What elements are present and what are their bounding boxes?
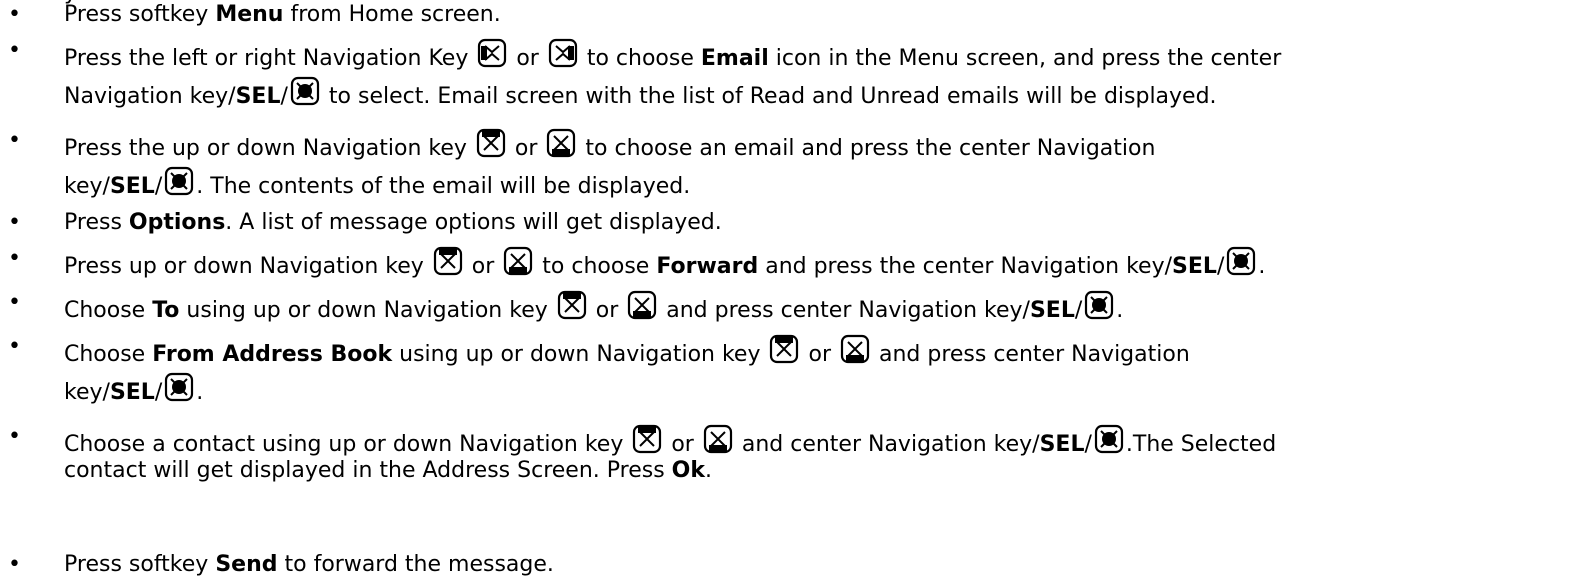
nav-center-key-icon xyxy=(1094,424,1124,454)
bullet: • xyxy=(8,552,21,577)
bullet: • xyxy=(8,334,21,359)
nav-down-key-icon xyxy=(840,334,870,364)
nav-center-key-icon xyxy=(164,372,194,402)
step-9-line: Press softkey Send to forward the messag… xyxy=(64,552,554,577)
nav-up-key-icon xyxy=(476,128,506,158)
bullet: • xyxy=(8,2,21,27)
nav-up-key-icon xyxy=(769,334,799,364)
nav-right-key-icon xyxy=(548,38,578,68)
bullet: • xyxy=(8,128,21,153)
nav-up-key-icon xyxy=(557,290,587,320)
step-3-line-1: Press the up or down Navigation key or t… xyxy=(64,128,1155,162)
nav-center-key-icon xyxy=(290,76,320,106)
nav-center-key-icon xyxy=(1084,290,1114,320)
nav-down-key-icon xyxy=(503,246,533,276)
nav-left-key-icon xyxy=(477,38,507,68)
instruction-document: y • Press softkey Menu from Home screen.… xyxy=(0,0,1571,584)
nav-down-key-icon xyxy=(703,424,733,454)
step-8-line-1: Choose a contact using up or down Naviga… xyxy=(64,424,1276,458)
step-1-line: Press softkey Menu from Home screen. xyxy=(64,2,501,27)
step-3-line-2: key/SEL/. The contents of the email will… xyxy=(64,166,690,200)
nav-up-key-icon xyxy=(433,246,463,276)
step-5-line: Press up or down Navigation key or to ch… xyxy=(64,246,1265,280)
bullet: • xyxy=(8,210,21,235)
step-7-line-2: key/SEL/. xyxy=(64,372,203,406)
nav-down-key-icon xyxy=(627,290,657,320)
step-6-line: Choose To using up or down Navigation ke… xyxy=(64,290,1123,324)
step-2-line-1: Press the left or right Navigation Key o… xyxy=(64,38,1281,72)
nav-center-key-icon xyxy=(164,166,194,196)
bullet: • xyxy=(8,424,21,449)
step-8-line-2: contact will get displayed in the Addres… xyxy=(64,458,712,483)
nav-center-key-icon xyxy=(1226,246,1256,276)
bullet: • xyxy=(8,246,21,271)
step-4-line: Press Options. A list of message options… xyxy=(64,210,722,235)
nav-up-key-icon xyxy=(632,424,662,454)
bullet: • xyxy=(8,290,21,315)
step-7-line-1: Choose From Address Book using up or dow… xyxy=(64,334,1190,368)
bullet: • xyxy=(8,38,21,63)
step-2-line-2: Navigation key/SEL/ to select. Email scr… xyxy=(64,76,1217,110)
nav-down-key-icon xyxy=(546,128,576,158)
